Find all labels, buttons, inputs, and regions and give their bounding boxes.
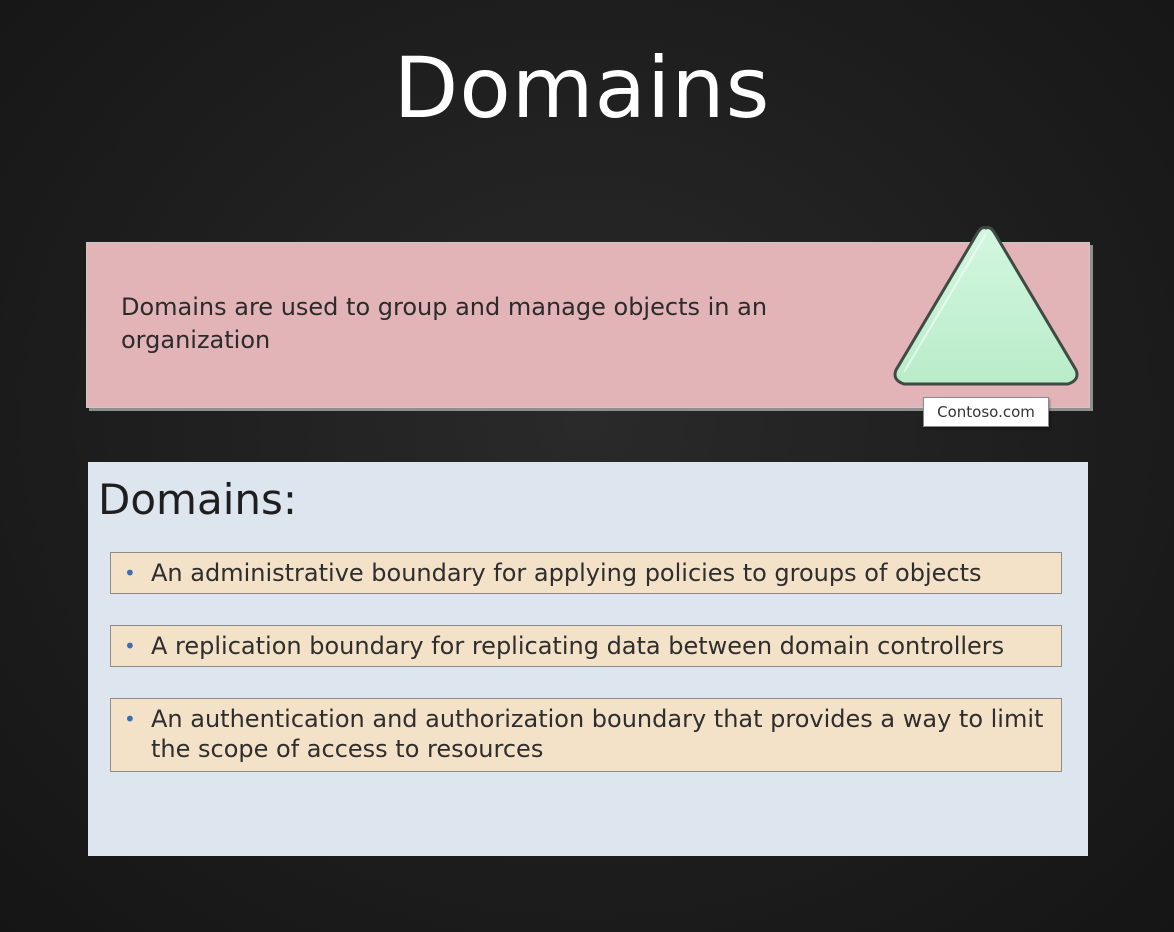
bullet-item-administrative: • An administrative boundary for applyin…	[110, 552, 1062, 594]
bullet-text: A replication boundary for replicating d…	[151, 632, 1005, 660]
bullet-dot-icon: •	[124, 561, 136, 585]
bullet-dot-icon: •	[124, 707, 136, 731]
domain-label: Contoso.com	[923, 397, 1049, 427]
bullet-item-authentication: • An authentication and authorization bo…	[110, 698, 1062, 772]
bullet-item-replication: • A replication boundary for replicating…	[110, 625, 1062, 667]
definition-text: Domains are used to group and manage obj…	[121, 293, 768, 354]
info-panel: Domains: • An administrative boundary fo…	[88, 462, 1088, 856]
info-heading: Domains:	[98, 475, 298, 524]
bullet-dot-icon: •	[124, 634, 136, 658]
bullet-text: An authentication and authorization boun…	[151, 705, 1044, 763]
bullet-text: An administrative boundary for applying …	[151, 559, 982, 587]
triangle-domain-icon	[893, 226, 1079, 386]
slide-title: Domains	[393, 39, 771, 137]
